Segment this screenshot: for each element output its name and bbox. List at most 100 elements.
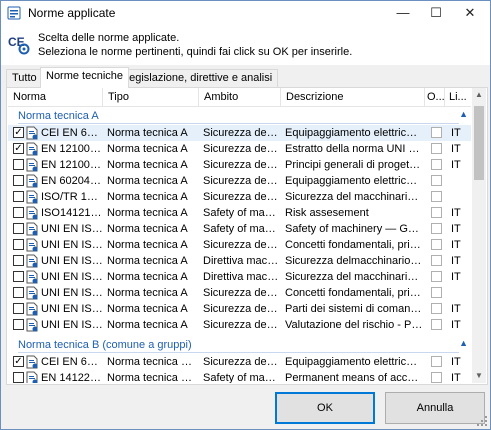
table-row[interactable]: EN 60204-1:2... Norma tecnica A Sicurezza … — [8, 173, 471, 189]
cell-lingua — [451, 174, 471, 189]
row-checkbox[interactable] — [13, 207, 24, 218]
table-row[interactable]: ✓ CEI EN 60204... Norma tecnica B (... Sicu… — [8, 354, 471, 370]
optional-checkbox[interactable] — [431, 271, 442, 282]
table-row[interactable]: ✓ CEI EN 60204... Norma tecnica A Sicurezza… — [8, 125, 471, 141]
collapse-chevron-icon[interactable]: ▲ — [459, 338, 468, 348]
cell-lingua: IT — [451, 159, 461, 171]
row-checkbox[interactable] — [13, 223, 24, 234]
cell-lingua: IT — [451, 143, 461, 155]
row-checkbox[interactable] — [13, 287, 24, 298]
optional-checkbox[interactable] — [431, 223, 442, 234]
cell-descrizione: Principi generali di progettazio... — [285, 159, 423, 171]
row-checkbox[interactable]: ✓ — [13, 356, 24, 367]
document-icon — [26, 206, 39, 220]
table-row[interactable]: UNI EN ISO 1... Norma tecnica A Direttiva … — [8, 269, 471, 285]
group-header[interactable]: Norma tecnica A ▲ — [8, 107, 471, 125]
row-checkbox[interactable] — [13, 255, 24, 266]
tab-norme-tecniche[interactable]: Norme tecniche — [40, 67, 130, 88]
cancel-button[interactable]: Annulla — [385, 392, 485, 424]
document-icon — [26, 318, 39, 332]
tab-legislazione[interactable]: Legislazione, direttive e analisi — [117, 69, 279, 87]
cell-tipo: Norma tecnica A — [107, 191, 188, 203]
scroll-down-icon[interactable]: ▼ — [472, 369, 486, 383]
table-row[interactable]: ✓ EN 12100 - V... Norma tecnica A Sicurezza… — [8, 141, 471, 157]
group-divider — [18, 123, 459, 124]
column-ambito[interactable]: Ambito — [199, 88, 281, 106]
document-icon — [26, 270, 39, 284]
cell-lingua: IT — [451, 239, 461, 251]
optional-checkbox[interactable] — [431, 303, 442, 314]
column-norma[interactable]: Norma — [8, 88, 103, 106]
optional-checkbox[interactable] — [431, 372, 442, 383]
row-checkbox[interactable] — [13, 175, 24, 186]
cell-descrizione: Equipaggiamento elettrico dell... — [285, 127, 423, 139]
table-row[interactable]: ISO/TR 1412... Norma tecnica A Sicurezza d… — [8, 189, 471, 205]
row-checkbox[interactable] — [13, 372, 24, 383]
cell-ambito: Sicurezza del m... — [203, 239, 279, 251]
dialog-window: Norme applicate — ☐ ✕ CE Scelta delle no… — [0, 0, 491, 430]
optional-checkbox[interactable] — [431, 159, 442, 170]
cell-ambito: Sicurezza del m... — [203, 175, 279, 187]
row-checkbox[interactable] — [13, 271, 24, 282]
row-checkbox[interactable] — [13, 191, 24, 202]
cell-ambito: Sicurezza del m... — [203, 319, 279, 331]
cell-ambito: Sicurezza del m... — [203, 127, 279, 139]
window-title: Norme applicate — [28, 6, 116, 20]
ce-settings-icon: CE — [8, 35, 30, 55]
optional-checkbox[interactable] — [431, 175, 442, 186]
document-icon — [26, 142, 39, 156]
optional-checkbox[interactable] — [431, 319, 442, 330]
cell-norma: UNI EN ISO 1... — [41, 319, 103, 331]
row-checkbox[interactable] — [13, 239, 24, 250]
cell-ambito: Sicurezza del m... — [203, 191, 279, 203]
row-checkbox[interactable]: ✓ — [13, 143, 24, 154]
ok-button[interactable]: OK — [275, 392, 375, 424]
row-checkbox[interactable] — [13, 303, 24, 314]
optional-checkbox[interactable] — [431, 287, 442, 298]
optional-checkbox[interactable] — [431, 143, 442, 154]
group-header[interactable]: Norma tecnica B (comune a gruppi) ▲ — [8, 336, 471, 354]
optional-checkbox[interactable] — [431, 191, 442, 202]
scroll-thumb[interactable] — [474, 106, 484, 180]
table-row[interactable]: UNI EN ISO 1... Norma tecnica A Sicurezza … — [8, 317, 471, 333]
table-row[interactable]: UNI EN ISO 1... Norma tecnica A Sicurezza … — [8, 301, 471, 317]
cell-tipo: Norma tecnica A — [107, 319, 188, 331]
dialog-header: CE Scelta delle norme applicate. Selezio… — [1, 25, 490, 65]
column-li[interactable]: Li... — [445, 88, 471, 106]
table-row[interactable]: UNI EN ISO ... Norma tecnica A Safety of m… — [8, 221, 471, 237]
cell-norma: UNI EN ISO ... — [41, 239, 103, 251]
table-row[interactable]: EN 14122-2:2... Norma tecnica B (... Safet… — [8, 370, 471, 383]
tab-tutto[interactable]: Tutto — [6, 69, 43, 87]
column-o[interactable]: O... — [425, 88, 445, 106]
row-checkbox[interactable] — [13, 159, 24, 170]
maximize-icon[interactable]: ☐ — [421, 1, 451, 25]
optional-checkbox[interactable] — [431, 127, 442, 138]
scroll-up-icon[interactable]: ▲ — [472, 88, 486, 102]
cell-norma: UNI EN ISO ... — [41, 223, 103, 235]
cell-descrizione: Risk assesement — [285, 207, 369, 219]
minimize-icon[interactable]: — — [388, 1, 418, 25]
optional-checkbox[interactable] — [431, 255, 442, 266]
close-icon[interactable]: ✕ — [455, 1, 485, 25]
collapse-chevron-icon[interactable]: ▲ — [459, 109, 468, 119]
table-row[interactable]: ISO14121-1:2... Norma tecnica A Safety of … — [8, 205, 471, 221]
table-row[interactable]: UNI EN ISO ... Norma tecnica A Sicurezza d… — [8, 237, 471, 253]
vertical-scrollbar[interactable]: ▲ ▼ — [472, 88, 486, 383]
document-icon — [26, 158, 39, 172]
table-row[interactable]: UNI EN ISO 1... Norma tecnica A Sicurezza … — [8, 285, 471, 301]
column-descrizione[interactable]: Descrizione — [281, 88, 425, 106]
row-checkbox[interactable]: ✓ — [13, 127, 24, 138]
header-instructions: Seleziona le norme pertinenti, quindi fa… — [38, 46, 353, 58]
optional-checkbox[interactable] — [431, 207, 442, 218]
row-checkbox[interactable] — [13, 319, 24, 330]
cell-norma: EN 12100 - V... — [41, 143, 103, 155]
optional-checkbox[interactable] — [431, 239, 442, 250]
document-icon — [26, 222, 39, 236]
table-row[interactable]: EN 12100 - V... Norma tecnica A Sicurezza … — [8, 157, 471, 173]
norme-list-panel: Norma Tipo ⌃ Ambito Descrizione O... Li.… — [6, 87, 488, 385]
optional-checkbox[interactable] — [431, 356, 442, 367]
table-row[interactable]: UNI EN ISO 1... Norma tecnica A Direttiva … — [8, 253, 471, 269]
cell-norma: UNI EN ISO 1... — [41, 303, 103, 315]
header-title: Scelta delle norme applicate. — [38, 32, 180, 44]
resize-grip-icon[interactable] — [476, 415, 488, 427]
